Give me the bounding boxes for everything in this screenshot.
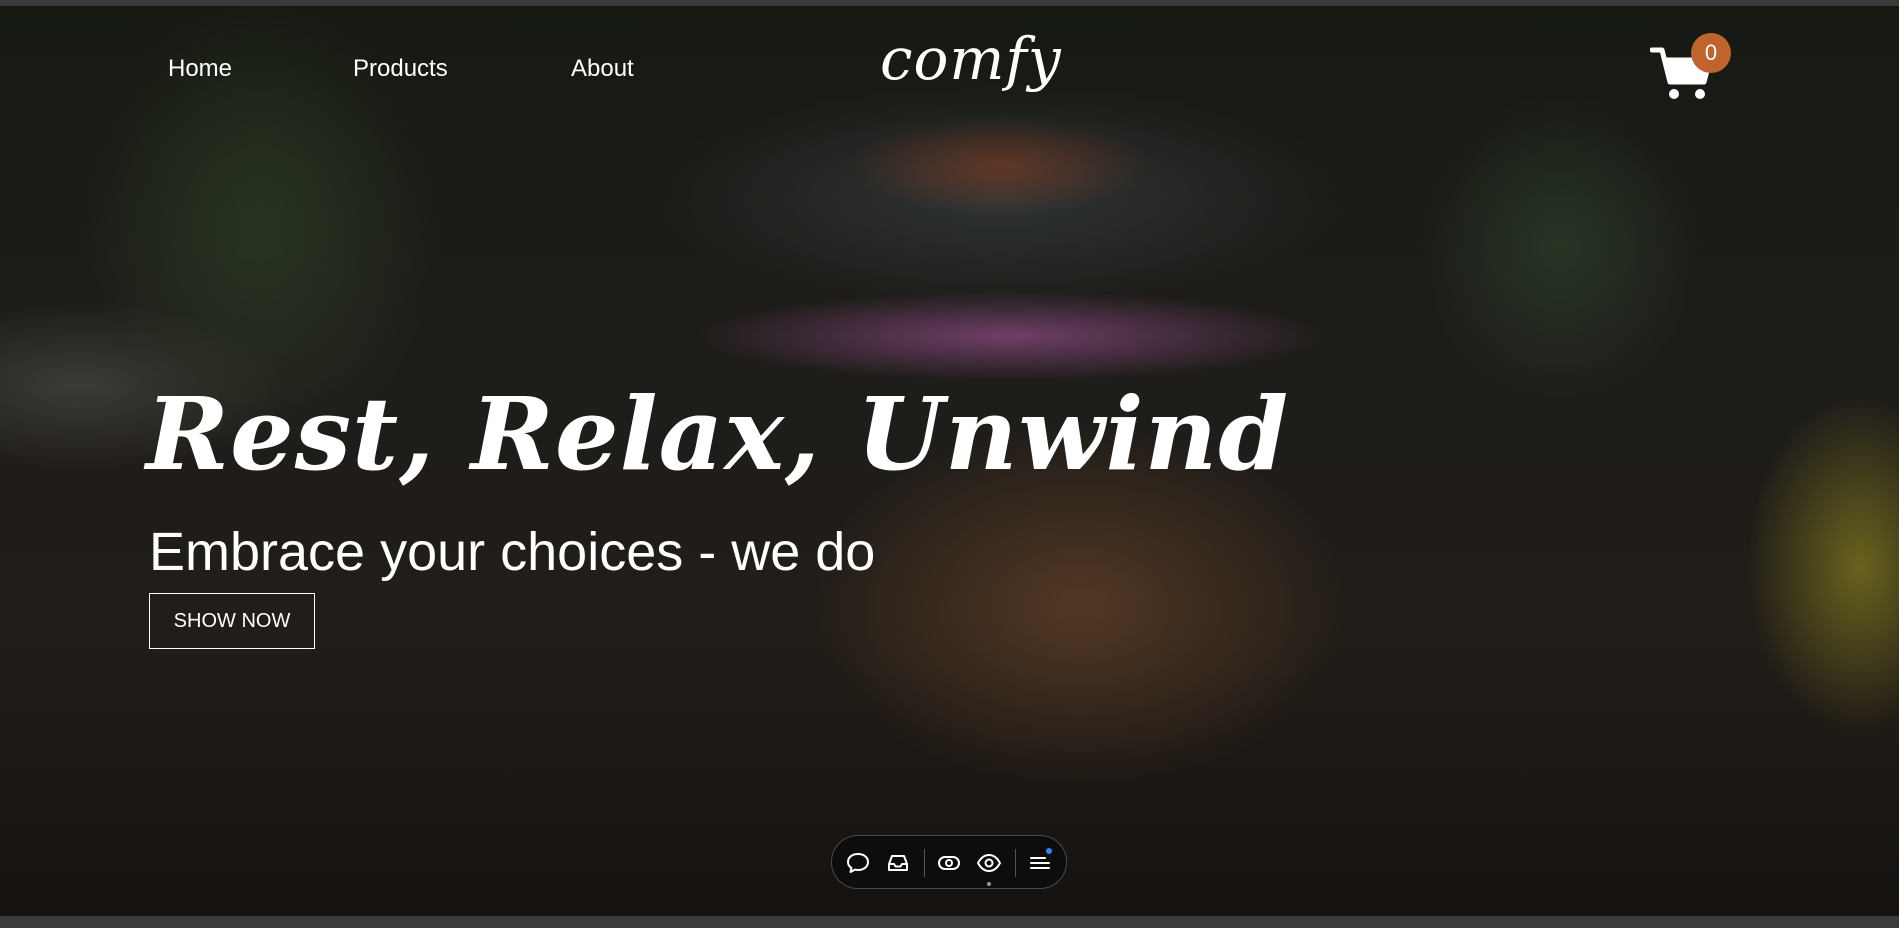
site-logo[interactable]: comfy: [880, 25, 1062, 93]
toggle-view-button[interactable]: [935, 849, 963, 877]
inbox-icon: [888, 855, 908, 871]
inbox-button[interactable]: [884, 849, 912, 877]
toggle-view-icon: [938, 856, 960, 870]
toolbar-divider: [924, 849, 925, 877]
hero-subtitle: Embrace your choices - we do: [149, 522, 876, 582]
active-indicator-dot: [987, 882, 991, 886]
floating-toolbar: [831, 835, 1067, 889]
notification-badge: [1046, 848, 1052, 854]
cart-count-badge: 0: [1691, 33, 1731, 73]
eye-icon: [977, 854, 1001, 872]
hero-title: Rest, Relax, Unwind: [146, 375, 1290, 493]
nav-link-about[interactable]: About: [571, 55, 634, 83]
chat-bubble-icon: [847, 853, 869, 873]
chat-button[interactable]: [844, 849, 872, 877]
nav-link-products[interactable]: Products: [353, 55, 448, 83]
eye-button[interactable]: [975, 849, 1003, 877]
show-now-button[interactable]: SHOW NOW: [149, 593, 315, 649]
toolbar-divider: [1015, 849, 1016, 877]
nav-link-home[interactable]: Home: [168, 55, 232, 83]
window-bottom-strip: [0, 916, 1899, 928]
